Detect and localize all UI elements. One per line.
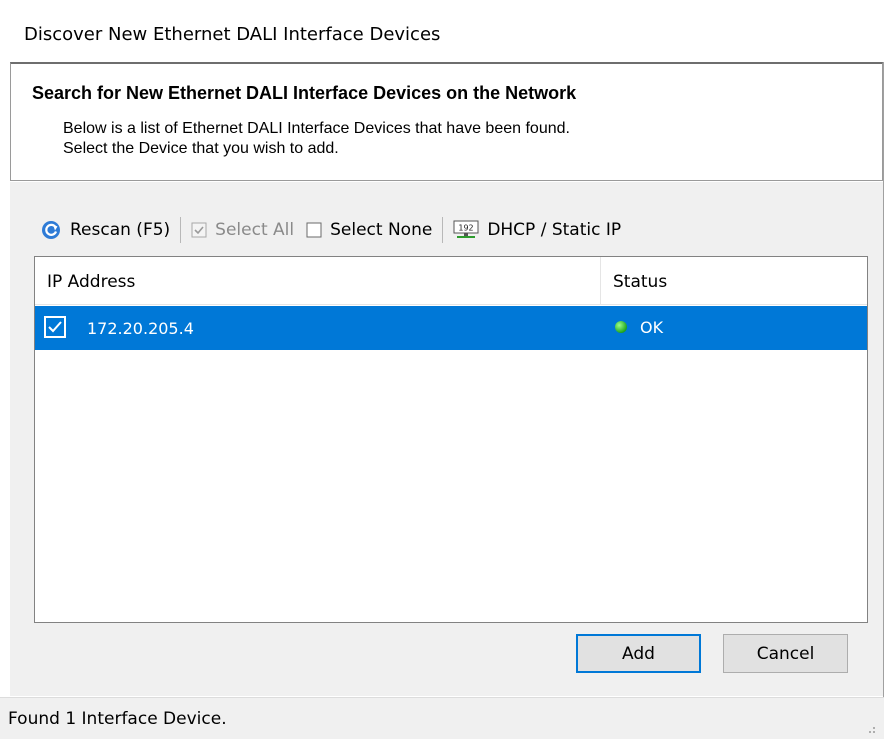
header-title: Search for New Ethernet DALI Interface D… [32,83,577,103]
status-bar: Found 1 Interface Device. [0,697,884,739]
rescan-button[interactable]: Rescan (F5) [34,213,176,247]
device-list[interactable]: IP Address Status 172.20.205.4 OK [34,256,868,623]
add-button[interactable]: Add [576,634,701,673]
column-separator[interactable] [600,257,601,305]
network-address-icon: 192 [453,220,479,240]
toolbar-separator [180,217,182,243]
toolbar-separator [442,217,444,243]
header-panel: Search for New Ethernet DALI Interface D… [10,62,883,181]
checkbox-empty-icon [306,222,322,238]
select-all-label: Select All [215,220,295,240]
row-status: OK [640,318,664,337]
select-none-button[interactable]: Select None [300,213,438,247]
cancel-button[interactable]: Cancel [723,634,848,673]
row-ip-address: 172.20.205.4 [87,319,194,338]
select-none-label: Select None [330,220,433,240]
row-checkbox[interactable] [44,316,66,338]
list-header: IP Address Status [35,257,867,305]
title-bar: Discover New Ethernet DALI Interface Dev… [0,0,884,62]
header-description-line2: Select the Device that you wish to add. [63,140,339,157]
dhcp-label: DHCP / Static IP [487,220,622,240]
checkbox-checked-icon [191,222,207,238]
toolbar: Rescan (F5) Select All Select None 192 D… [34,206,872,254]
status-ok-icon [615,321,627,333]
network-address-icon-text: 192 [459,224,474,233]
rescan-label: Rescan (F5) [70,220,171,240]
table-row[interactable]: 172.20.205.4 OK [35,306,867,350]
select-all-button[interactable]: Select All [185,213,300,247]
body-area: Rescan (F5) Select All Select None 192 D… [10,182,883,696]
dialog-window: Discover New Ethernet DALI Interface Dev… [0,0,884,739]
column-header-status[interactable]: Status [613,272,667,292]
dhcp-static-ip-button[interactable]: 192 DHCP / Static IP [447,213,627,247]
header-description-line1: Below is a list of Ethernet DALI Interfa… [63,120,570,137]
window-title: Discover New Ethernet DALI Interface Dev… [24,24,441,45]
resize-grip-icon[interactable] [864,721,876,733]
column-header-ip-address[interactable]: IP Address [47,272,135,292]
status-text: Found 1 Interface Device. [8,709,227,729]
refresh-icon [40,219,62,241]
